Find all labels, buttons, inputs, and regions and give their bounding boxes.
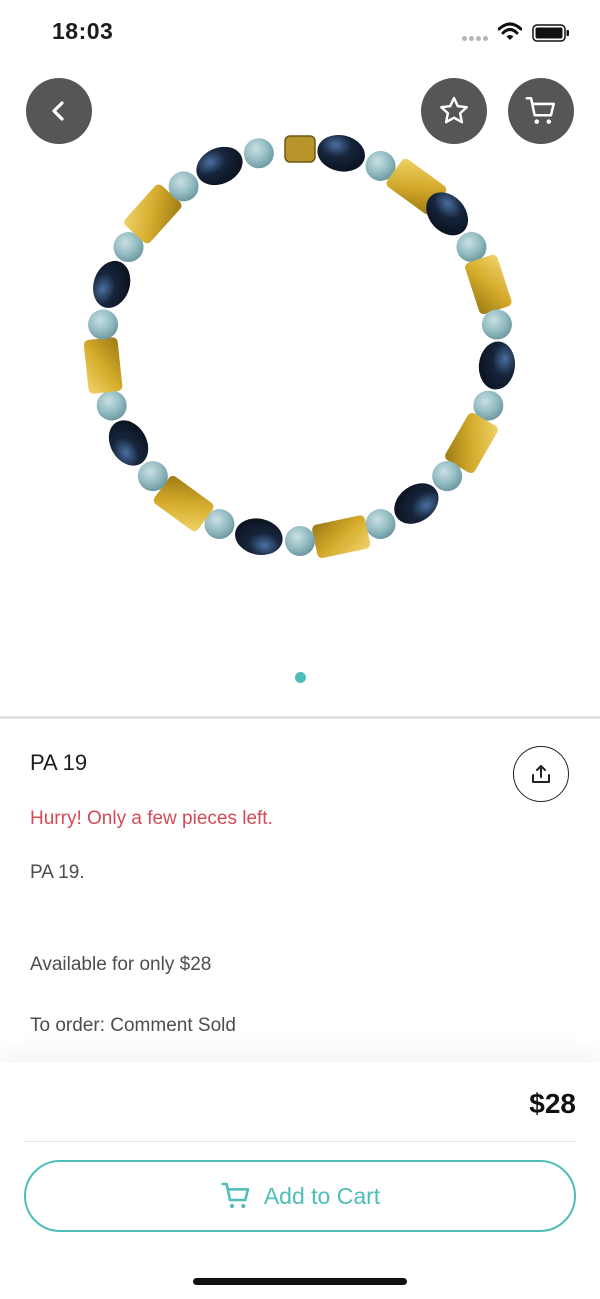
aqua-bead (137, 461, 168, 492)
dark-bead (196, 146, 243, 186)
aqua-bead (432, 461, 463, 492)
aqua-bead (456, 232, 487, 262)
pager-dot-active[interactable] (294, 672, 306, 683)
product-image[interactable] (60, 120, 540, 590)
gold-bead (465, 254, 512, 315)
dark-bead (317, 134, 365, 172)
aqua-bead (285, 526, 315, 556)
order-info: To order: Comment Sold (30, 1015, 236, 1036)
status-time: 18:03 (52, 18, 114, 44)
dark-bead (235, 518, 283, 556)
dark-bead (478, 341, 515, 390)
wifi-icon (498, 22, 522, 40)
signal-dots-icon (462, 36, 490, 42)
home-indicator (193, 1278, 407, 1285)
aqua-bead (481, 309, 512, 340)
clasp-bead (284, 135, 316, 163)
share-icon (532, 765, 550, 783)
share-button[interactable] (513, 746, 569, 802)
divider (0, 716, 600, 719)
divider (24, 1141, 576, 1142)
gold-bead (83, 337, 123, 394)
stock-warning: Hurry! Only a few pieces left. (30, 808, 273, 829)
add-to-cart-button[interactable]: Add to Cart (24, 1160, 576, 1232)
aqua-bead (168, 171, 199, 202)
dark-bead (93, 260, 131, 308)
image-pager (0, 670, 600, 684)
price: $28 (529, 1088, 576, 1119)
gold-bead (312, 515, 371, 559)
cart-icon (221, 1182, 250, 1209)
aqua-bead (88, 309, 119, 340)
product-description: PA 19. (30, 862, 85, 883)
aqua-bead (365, 509, 396, 540)
add-to-cart-label: Add to Cart (263, 1182, 381, 1209)
aqua-bead (96, 390, 127, 421)
status-bar: 18:03 (0, 0, 600, 66)
aqua-bead (243, 138, 274, 169)
battery-icon (532, 24, 569, 42)
availability-text: Available for only $28 (30, 954, 212, 975)
product-title: PA 19 (30, 750, 88, 775)
purchase-panel: $28 Add to Cart (0, 1062, 600, 1299)
